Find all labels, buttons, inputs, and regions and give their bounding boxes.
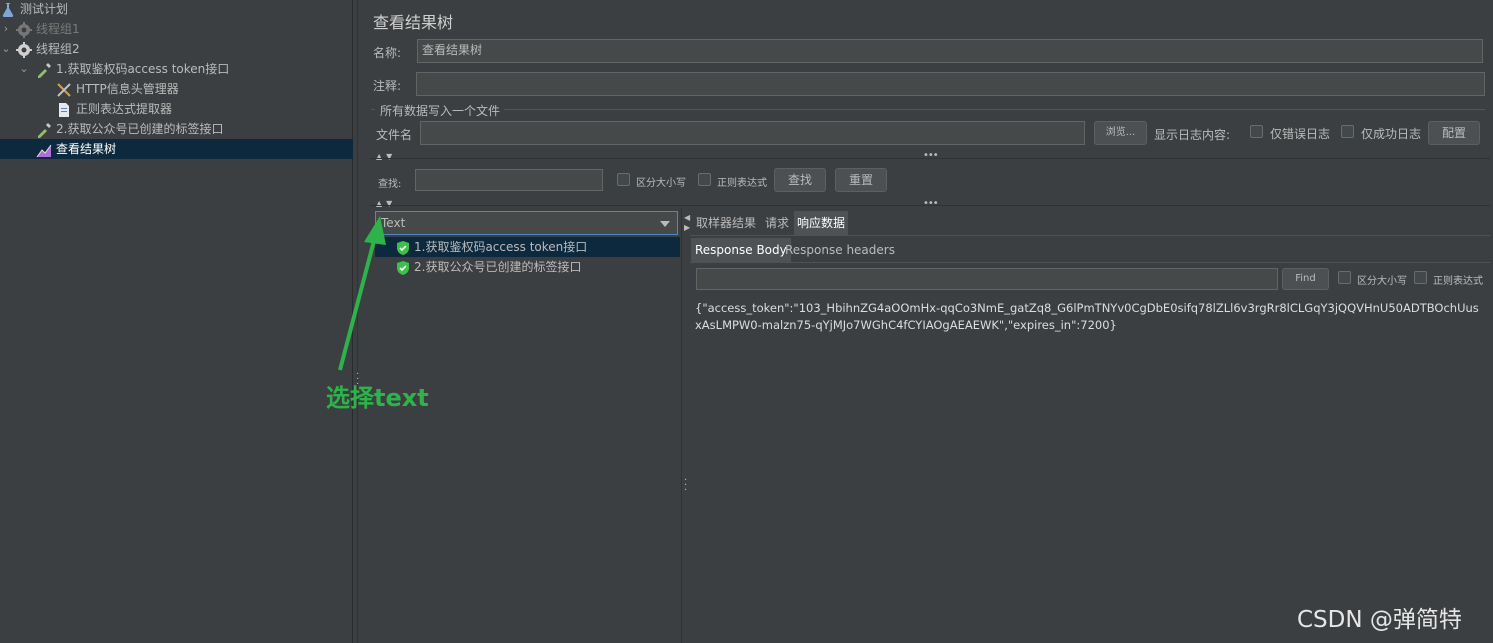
response-case-sensitive-label: 区分大小写 (1357, 276, 1407, 287)
tree-node-sampler-1[interactable]: 1.获取鉴权码access token接口 (36, 59, 229, 79)
tree-node-label: 1.获取鉴权码access token接口 (56, 62, 230, 76)
pipette-icon (38, 122, 51, 138)
response-regex-label: 正则表达式 (1433, 276, 1483, 287)
sample-result-label: 1.获取鉴权码access token接口 (414, 240, 588, 254)
reset-button[interactable]: 重置 (835, 168, 887, 192)
tree-node-sampler-2[interactable]: 2.获取公众号已创建的标签接口 (36, 119, 223, 139)
shield-check-icon (397, 260, 409, 275)
errors-only-label: 仅错误日志 (1270, 127, 1331, 141)
errors-only-checkbox[interactable] (1250, 125, 1263, 138)
success-only-checkbox[interactable] (1341, 125, 1354, 138)
divider (370, 158, 1490, 159)
results-splitter[interactable] (681, 208, 682, 643)
tab-sampler-result[interactable]: 取样器结果 (693, 211, 759, 235)
gear-icon (16, 21, 32, 38)
tree-node-label: 查看结果树 (56, 142, 117, 156)
divider-handle[interactable]: ••• (923, 198, 939, 209)
sample-result-label: 2.获取公众号已创建的标签接口 (414, 260, 582, 274)
tab-border (690, 235, 1490, 236)
divider (370, 205, 1490, 206)
collapse-arrows[interactable]: ▲▼ (376, 152, 396, 161)
response-find-input[interactable] (696, 268, 1278, 290)
annotation-text: 选择text (326, 384, 429, 412)
file-name-field[interactable] (420, 121, 1085, 145)
search-label: 查找: (378, 179, 402, 190)
search-input[interactable] (415, 169, 603, 191)
divider-handle[interactable]: ••• (923, 150, 939, 161)
subtab-response-body[interactable]: Response Body (691, 238, 791, 262)
regex-checkbox[interactable] (698, 173, 711, 186)
annotation-arrow-head (364, 216, 386, 245)
sample-result-2[interactable]: 2.获取公众号已创建的标签接口 (375, 257, 680, 277)
response-regex-checkbox[interactable] (1414, 271, 1427, 284)
sample-result-1[interactable]: 1.获取鉴权码access token接口 (375, 237, 680, 257)
tree-node-label: 2.获取公众号已创建的标签接口 (56, 122, 224, 136)
pipette-icon (38, 62, 51, 78)
panel-title: 查看结果树 (373, 13, 454, 32)
chevron-right-icon[interactable]: › (0, 19, 12, 39)
find-button[interactable]: 查找 (774, 168, 826, 192)
browse-button[interactable]: 浏览... (1094, 121, 1147, 145)
file-group-label: 所有数据写入一个文件 (380, 104, 501, 118)
tree-node-view-results-tree[interactable]: 查看结果树 (0, 139, 353, 159)
configure-button[interactable]: 配置 (1428, 121, 1480, 145)
tree-node-thread-group-2[interactable]: 线程组2 (16, 39, 80, 59)
response-case-sensitive-checkbox[interactable] (1338, 271, 1351, 284)
tab-request[interactable]: 请求 (762, 211, 792, 235)
comment-field[interactable] (416, 72, 1485, 96)
tree-node-regex-extractor[interactable]: 正则表达式提取器 (56, 99, 172, 119)
response-find-button[interactable]: Find (1282, 268, 1329, 290)
tree-node-label: 线程组1 (36, 22, 80, 36)
shield-check-icon (397, 240, 409, 255)
test-plan-tree: 测试计划 › 线程组1 ⌄ 线程组2 ⌄ 1.获取鉴权码access token… (0, 0, 353, 643)
renderer-select[interactable]: Text (375, 211, 678, 235)
subtab-border (690, 262, 1490, 263)
tab-response-data[interactable]: 响应数据 (794, 211, 849, 235)
chevron-down-icon[interactable]: ⌄ (0, 39, 12, 59)
case-sensitive-checkbox[interactable] (617, 173, 630, 186)
chart-icon (36, 144, 52, 157)
case-sensitive-label: 区分大小写 (636, 178, 686, 189)
subtab-response-headers[interactable]: Response headers (781, 238, 899, 262)
annotation-arrow (338, 216, 386, 371)
gear-icon (16, 41, 32, 58)
success-only-label: 仅成功日志 (1361, 127, 1422, 141)
watermark: CSDN @弹简特 (1297, 607, 1462, 633)
group-border (371, 109, 375, 110)
tree-node-label: 线程组2 (36, 42, 80, 56)
annotation-arrow-shaft (338, 236, 377, 371)
tree-node-label: HTTP信息头管理器 (76, 82, 179, 96)
comment-label: 注释: (373, 79, 402, 93)
name-field[interactable]: 查看结果树 (417, 39, 1483, 63)
chevron-down-icon[interactable]: ⌄ (18, 59, 30, 79)
splitter-arrows[interactable]: ◀ ▶ (684, 213, 690, 233)
chevron-down-icon (660, 221, 670, 227)
response-body-text[interactable]: {"access_token":"103_HbihnZG4aOOmHx-qqCo… (695, 300, 1485, 334)
flask-icon (2, 2, 14, 17)
tools-icon (57, 82, 71, 97)
document-icon (59, 102, 69, 117)
tree-node-label: 正则表达式提取器 (76, 102, 173, 116)
splitter-handle[interactable]: · · · (684, 476, 688, 496)
name-label: 名称: (373, 46, 402, 60)
tree-node-header-manager[interactable]: HTTP信息头管理器 (56, 79, 179, 99)
group-border (504, 109, 1485, 110)
tree-node-thread-group-1[interactable]: 线程组1 (16, 19, 80, 39)
tree-node-test-plan[interactable]: 测试计划 (0, 0, 68, 19)
file-label: 文件名 (376, 128, 413, 142)
log-content-label: 显示日志内容: (1154, 128, 1231, 142)
regex-label: 正则表达式 (717, 178, 767, 189)
tree-node-label: 测试计划 (20, 2, 69, 16)
collapse-arrows[interactable]: ▲▼ (376, 199, 396, 208)
